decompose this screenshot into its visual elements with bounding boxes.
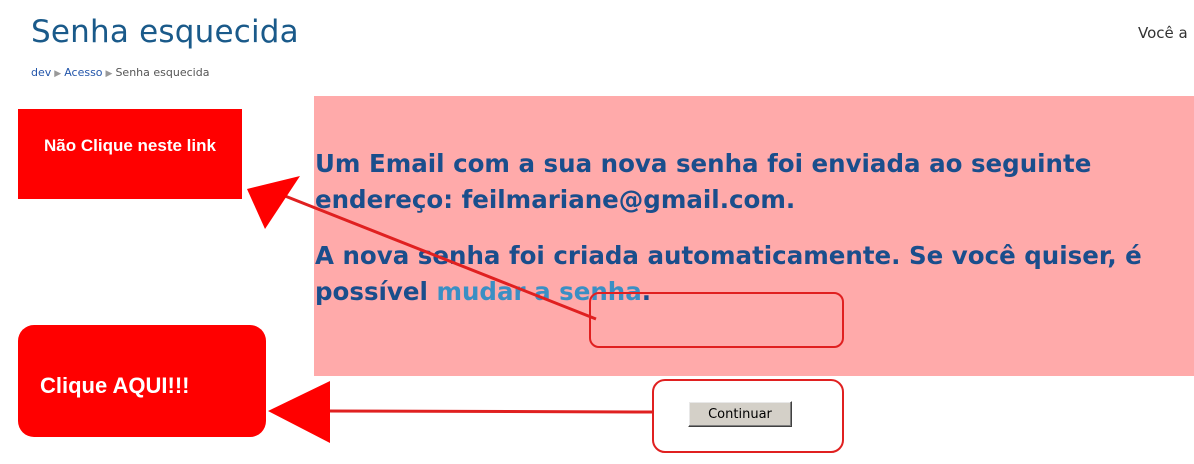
breadcrumb: dev ▶ Acesso ▶ Senha esquecida	[31, 66, 209, 79]
breadcrumb-item-current: Senha esquecida	[115, 66, 210, 79]
breadcrumb-item-acesso[interactable]: Acesso	[64, 66, 102, 79]
page-title: Senha esquecida	[31, 14, 299, 50]
dont-click-callout: Não Clique neste link	[18, 109, 242, 199]
breadcrumb-item-dev[interactable]: dev	[31, 66, 51, 79]
change-password-link[interactable]: mudar a senha	[436, 277, 641, 306]
breadcrumb-separator-icon: ▶	[105, 69, 113, 79]
breadcrumb-separator-icon: ▶	[54, 69, 62, 79]
message-line-email: Um Email com a sua nova senha foi enviad…	[315, 149, 1092, 214]
dont-click-arrow-head	[247, 176, 300, 229]
message-text: Um Email com a sua nova senha foi enviad…	[315, 146, 1155, 330]
click-here-arrow-head	[268, 381, 330, 443]
message-line-suffix: .	[641, 277, 652, 306]
continue-button[interactable]: Continuar	[688, 401, 792, 427]
message-line-password: A nova senha foi criada automaticamente.…	[315, 238, 1155, 310]
login-info: Você a	[1138, 24, 1188, 42]
click-here-callout: Clique AQUI!!!	[18, 325, 266, 437]
click-here-arrow-line	[324, 409, 654, 414]
